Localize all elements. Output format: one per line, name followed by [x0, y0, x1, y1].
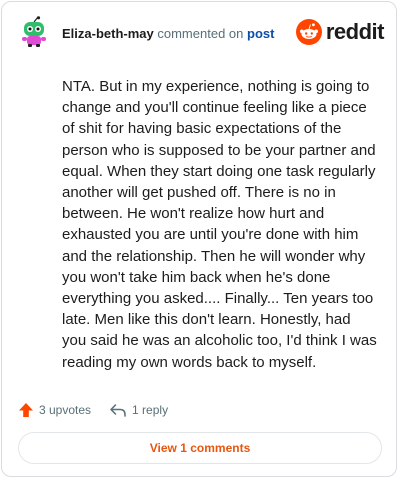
upvote-arrow-icon: [19, 403, 33, 417]
reply-button[interactable]: 1 reply: [109, 402, 168, 418]
reply-count: 1 reply: [132, 403, 169, 417]
upvote-count: 3 upvotes: [39, 403, 92, 417]
upvote-button[interactable]: 3 upvotes: [18, 402, 91, 418]
user-avatar[interactable]: [18, 16, 50, 48]
post-link[interactable]: post: [247, 26, 274, 41]
comment-meta: Eliza-beth-may commented on post: [62, 26, 274, 41]
reddit-logo[interactable]: reddit: [295, 19, 385, 45]
comment-actions: 3 upvotes 1 reply: [18, 398, 186, 422]
view-comments-button[interactable]: View 1 comments: [18, 432, 382, 464]
comment-card: Eliza-beth-may commented on post reddit …: [1, 1, 397, 477]
comment-body: NTA. But in my experience, nothing is go…: [62, 78, 377, 371]
reddit-snoo-icon: [295, 19, 322, 45]
action-text: commented on: [157, 26, 244, 41]
snoo-avatar-icon: [22, 16, 46, 47]
reply-arrow-icon: [110, 404, 126, 417]
username-link[interactable]: Eliza-beth-may: [62, 26, 154, 41]
reddit-wordmark: reddit: [325, 19, 385, 44]
comment-header: Eliza-beth-may commented on post reddit: [2, 2, 398, 62]
